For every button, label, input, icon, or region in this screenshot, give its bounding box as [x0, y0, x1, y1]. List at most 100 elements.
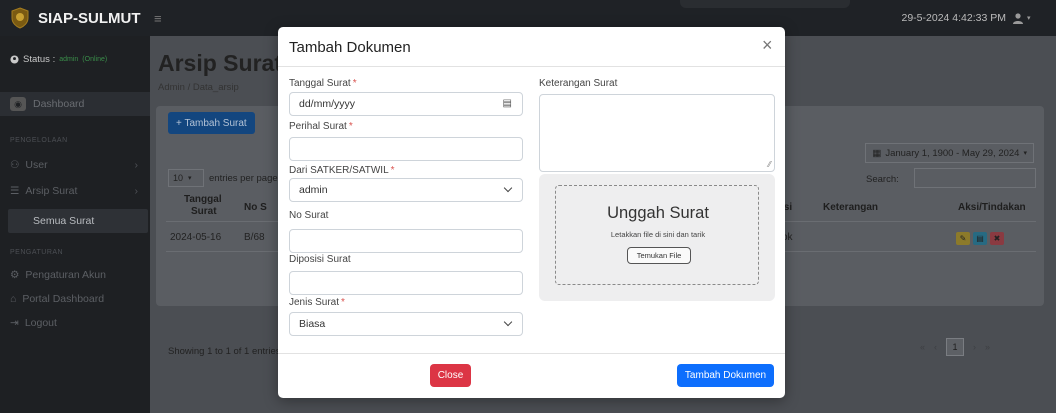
modal-footer: Close Tambah Dokumen — [278, 353, 785, 398]
date-range-value: January 1, 1900 - May 29, 2024 — [885, 147, 1020, 159]
app-title: SIAP-SULMUT — [38, 9, 141, 27]
document-icon[interactable]: ▤ — [973, 232, 987, 245]
file-dropzone[interactable]: Unggah Surat Letakkan file di sini dan t… — [555, 185, 759, 285]
entries-control: 10 ▾ entries per page — [168, 169, 278, 187]
sidebar-item-label: User — [25, 159, 48, 171]
sidebar-item-semua-surat[interactable]: Semua Surat — [8, 209, 148, 233]
browse-file-button[interactable]: Temukan File — [627, 247, 691, 264]
home-icon: ⌂ — [10, 293, 17, 305]
tambah-dokumen-modal: Tambah Dokumen × Tanggal Surat * dd/mm/yy… — [278, 27, 785, 398]
chevron-right-icon: › — [134, 185, 139, 197]
label-text: Perihal Surat — [289, 121, 347, 132]
dashboard-icon: ◉ — [10, 97, 26, 111]
tambah-dokumen-button[interactable]: Tambah Dokumen — [677, 364, 774, 387]
caret-down-icon: ▾ — [1027, 15, 1031, 22]
user-menu[interactable]: ▾ — [1012, 8, 1040, 28]
pager-current[interactable]: 1 — [946, 338, 965, 356]
search-label: Search: — [866, 174, 899, 185]
modal-header: Tambah Dokumen × — [278, 27, 785, 67]
row-actions: ✎ ▤ ✖ — [956, 232, 1004, 245]
gear-icon: ⚙ — [10, 269, 20, 281]
caret-down-icon: ▾ — [1023, 150, 1027, 157]
breadcrumb: Admin / Data_arsip — [158, 82, 239, 93]
calendar-icon[interactable]: ▤ — [503, 98, 512, 109]
pagination: « ‹ 1 › » — [920, 338, 990, 356]
th-tanggal-line2[interactable]: Surat — [191, 206, 217, 217]
brand[interactable]: SIAP-SULMUT — [0, 0, 150, 36]
search-input[interactable] — [914, 168, 1036, 188]
tanggal-placeholder: dd/mm/yyyy — [299, 98, 356, 110]
close-icon[interactable]: × — [762, 35, 773, 56]
chevron-down-icon — [503, 317, 513, 327]
entries-label: entries per page — [209, 172, 278, 184]
upload-subtitle: Letakkan file di sini dan tarik — [610, 230, 706, 239]
perihal-label: Perihal Surat * — [289, 121, 353, 132]
perihal-surat-input[interactable] — [289, 137, 523, 161]
date-range-picker[interactable]: ▦ January 1, 1900 - May 29, 2024 ▾ — [865, 143, 1034, 163]
pager-prev[interactable]: ‹ — [934, 342, 937, 352]
chevron-down-icon: ▾ — [188, 175, 192, 182]
dari-label: Dari SATKER/SATWIL * — [289, 165, 395, 176]
user-circle-icon — [10, 55, 19, 64]
sidebar-item-logout[interactable]: ⇥ Logout — [0, 311, 150, 335]
jenis-value: Biasa — [299, 318, 326, 330]
pager-last[interactable]: » — [985, 342, 990, 352]
pager-next[interactable]: › — [973, 342, 976, 352]
chevron-down-icon — [503, 183, 513, 193]
sidebar-item-label: Portal Dashboard — [22, 293, 105, 305]
th-no-surat[interactable]: No S — [244, 202, 267, 213]
menu-toggle-icon[interactable]: ≡ — [154, 11, 162, 26]
tanggal-surat-input[interactable]: dd/mm/yyyy ▤ — [289, 92, 523, 116]
close-button[interactable]: Close — [430, 364, 471, 387]
sidebar-item-label: Dashboard — [33, 98, 85, 110]
th-aksi: Aksi/Tindakan — [958, 202, 1026, 213]
disposisi-label: Diposisi Surat — [289, 254, 351, 265]
required-mark: * — [341, 297, 345, 308]
trash-icon[interactable]: ✖ — [990, 232, 1004, 245]
cell-tanggal: 2024-05-16 — [170, 232, 222, 243]
entries-select[interactable]: 10 ▾ — [168, 169, 204, 187]
pager-first[interactable]: « — [920, 342, 925, 352]
keterangan-textarea[interactable]: ⁄⁄ — [539, 94, 775, 172]
sidebar-item-label: Logout — [24, 317, 57, 329]
required-mark: * — [352, 78, 357, 89]
sidebar-item-arsip-surat[interactable]: ☰ Arsip Surat › — [0, 179, 150, 203]
sidebar-item-user[interactable]: ⚇ User › — [0, 153, 150, 177]
sidebar-item-label: Pengaturan Akun — [25, 269, 106, 281]
user-status: Status : admin (Online) — [10, 54, 107, 65]
table-info: Showing 1 to 1 of 1 entries — [168, 346, 281, 357]
modal-title: Tambah Dokumen — [289, 39, 411, 56]
th-keterangan[interactable]: Keterangan — [823, 202, 878, 213]
add-surat-button[interactable]: + Tambah Surat — [168, 112, 255, 134]
chevron-right-icon: › — [134, 159, 139, 171]
sidebar-heading-pengelolaan: PENGELOLAAN — [10, 137, 68, 144]
tanggal-label: Tanggal Surat * — [289, 78, 357, 89]
police-badge-icon — [11, 7, 29, 29]
dari-value: admin — [299, 184, 328, 196]
disposisi-surat-input[interactable] — [289, 271, 523, 295]
users-icon: ⚇ — [10, 159, 20, 171]
calendar-icon: ▦ — [872, 147, 882, 159]
sidebar-item-label: Arsip Surat — [25, 185, 78, 197]
required-mark: * — [348, 121, 353, 132]
upload-panel: Unggah Surat Letakkan file di sini dan t… — [539, 174, 775, 301]
jenis-surat-select[interactable]: Biasa — [289, 312, 523, 336]
sidebar: Status : admin (Online) ◉ Dashboard PENG… — [0, 36, 150, 413]
th-tanggal[interactable]: Tanggal — [184, 194, 222, 205]
sidebar-item-pengaturan-akun[interactable]: ⚙ Pengaturan Akun — [0, 263, 150, 287]
sidebar-item-portal-dashboard[interactable]: ⌂ Portal Dashboard — [0, 287, 150, 311]
sidebar-item-dashboard[interactable]: ◉ Dashboard — [0, 92, 150, 116]
dari-satker-select[interactable]: admin — [289, 178, 523, 202]
upload-title: Unggah Surat — [607, 204, 709, 222]
no-surat-label: No Surat — [289, 210, 329, 221]
edit-icon[interactable]: ✎ — [956, 232, 970, 245]
browser-notification-tab — [680, 0, 850, 8]
resize-handle-icon[interactable]: ⁄⁄ — [768, 160, 771, 169]
cell-no-surat: B/68 — [244, 232, 265, 243]
list-icon: ☰ — [10, 185, 20, 197]
sidebar-heading-pengaturan: PENGATURAN — [10, 249, 64, 256]
current-datetime: 29-5-2024 4:42:33 PM — [901, 12, 1007, 24]
jenis-label: Jenis Surat * — [289, 297, 345, 308]
no-surat-input[interactable] — [289, 229, 523, 253]
sidebar-item-label: Semua Surat — [33, 215, 95, 227]
